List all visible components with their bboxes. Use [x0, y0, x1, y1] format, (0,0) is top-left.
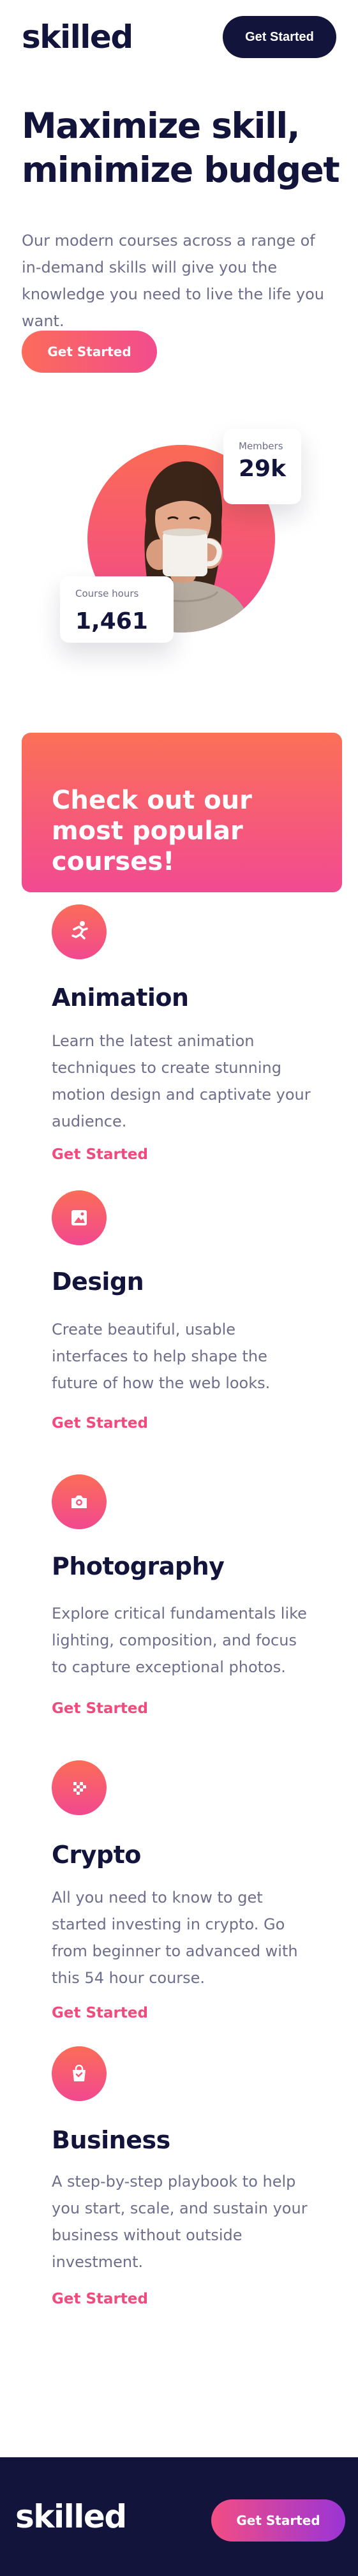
camera-icon [52, 1474, 107, 1529]
course-desc-crypto: All you need to know to get started inve… [52, 1889, 298, 1987]
shopping-bag-icon [52, 2046, 107, 2101]
course-hours-value: 1,461 [75, 608, 148, 634]
image-icon [52, 1190, 107, 1245]
running-icon [52, 904, 107, 959]
hero-get-started-button[interactable]: Get Started [22, 331, 157, 373]
members-stat-card: Members 29k [223, 429, 301, 504]
course-desc-animation: Learn the latest animation techniques to… [52, 1032, 311, 1130]
header-get-started-button[interactable]: Get Started [223, 16, 336, 58]
site-footer: skilled Get Started [0, 2457, 358, 2576]
hero-title-line2: minimize budget [22, 149, 340, 190]
course-link-design[interactable]: Get Started [52, 1415, 148, 1432]
logo[interactable]: skilled [22, 21, 133, 53]
crypto-icon [52, 1760, 107, 1815]
course-hours-label: Course hours [75, 588, 139, 599]
site-header: skilled Get Started [22, 16, 336, 58]
hero-description: Our modern courses across a range of in-… [22, 232, 324, 330]
members-label: Members [239, 440, 283, 452]
course-link-crypto[interactable]: Get Started [52, 2005, 148, 2021]
course-hours-stat-card: Course hours 1,461 [60, 576, 174, 643]
footer-logo[interactable]: skilled [15, 2501, 127, 2533]
course-link-photography[interactable]: Get Started [52, 1700, 148, 1717]
course-title-photography: Photography [52, 1552, 225, 1580]
members-value: 29k [239, 456, 287, 482]
course-title-design: Design [52, 1268, 144, 1296]
course-link-animation[interactable]: Get Started [52, 1146, 148, 1163]
course-title-crypto: Crypto [52, 1841, 141, 1869]
hero-title-line1: Maximize skill, [22, 105, 301, 146]
course-desc-business: A step-by-step playbook to help you star… [52, 2173, 308, 2271]
course-link-business[interactable]: Get Started [52, 2291, 148, 2307]
course-desc-photography: Explore critical fundamentals like light… [52, 1605, 307, 1676]
course-title-animation: Animation [52, 984, 189, 1012]
course-title-business: Business [52, 2126, 170, 2154]
course-desc-design: Create beautiful, usable interfaces to h… [52, 1321, 271, 1392]
page: skilled Get Started Maximize skill, mini… [0, 0, 358, 2576]
footer-get-started-button[interactable]: Get Started [211, 2499, 345, 2542]
popular-courses-card: Check out our most popular courses! [22, 733, 342, 892]
popular-courses-title: Check out our most popular courses! [52, 786, 252, 876]
hero-title: Maximize skill, minimize budget [22, 104, 341, 192]
